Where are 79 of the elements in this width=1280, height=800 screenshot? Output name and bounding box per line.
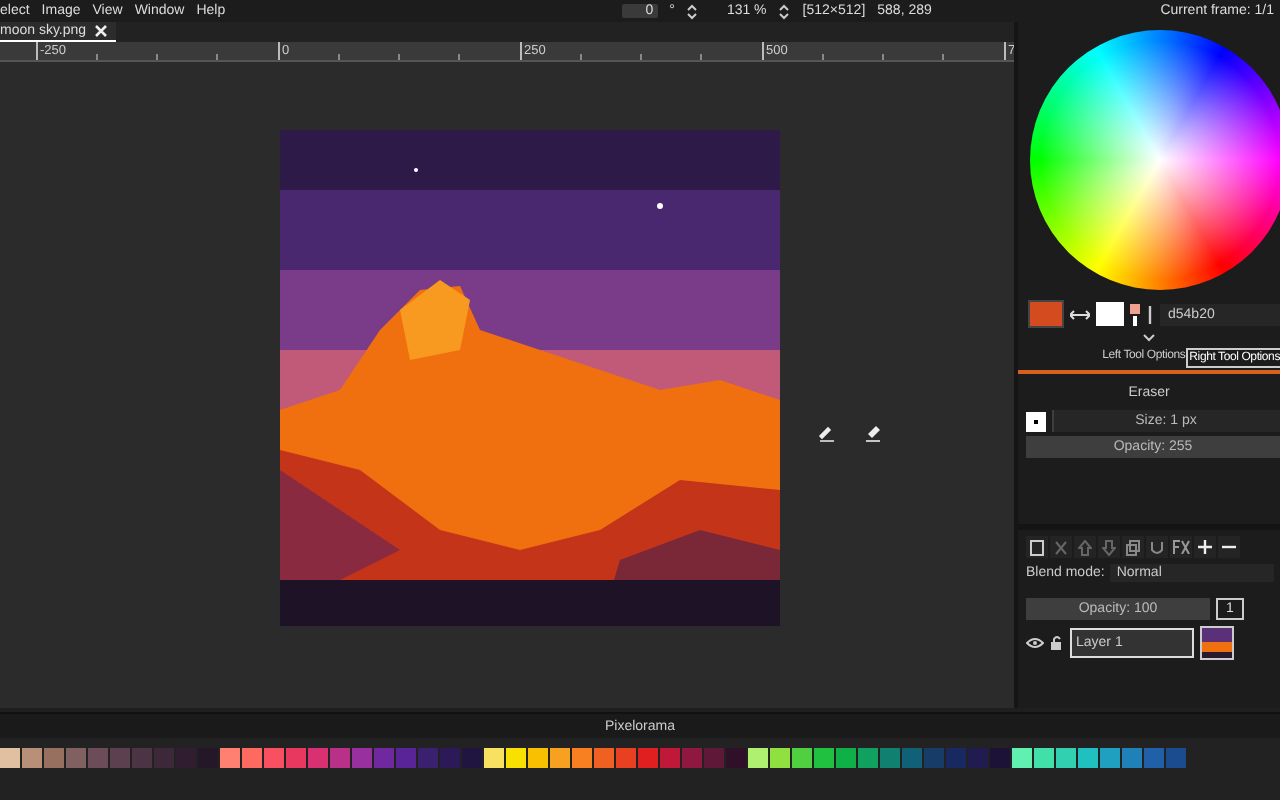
close-icon[interactable]	[94, 24, 109, 38]
palette-swatch[interactable]	[682, 748, 702, 768]
palette-swatch[interactable]	[154, 748, 174, 768]
palette-swatch[interactable]	[198, 748, 218, 768]
palette-swatch[interactable]	[1144, 748, 1164, 768]
palette-swatch[interactable]	[396, 748, 416, 768]
minus-icon	[1222, 540, 1236, 554]
palette-swatch[interactable]	[528, 748, 548, 768]
canvas-area[interactable]	[0, 62, 1014, 708]
palette-swatch[interactable]	[748, 748, 768, 768]
palette-swatch[interactable]	[572, 748, 592, 768]
left-color-swatch[interactable]	[1028, 300, 1064, 328]
move-up-button[interactable]	[1074, 536, 1096, 558]
palette-swatch[interactable]	[264, 748, 284, 768]
palette-swatch[interactable]	[660, 748, 680, 768]
pencil-icon	[818, 424, 838, 442]
palette-swatch[interactable]	[352, 748, 372, 768]
palette-swatch[interactable]	[814, 748, 834, 768]
clone-layer-button[interactable]	[1122, 536, 1144, 558]
palette-swatch[interactable]	[176, 748, 196, 768]
swap-icon[interactable]	[1070, 309, 1090, 319]
palette-swatch[interactable]	[990, 748, 1010, 768]
palette-swatch[interactable]	[220, 748, 240, 768]
spinner-icon[interactable]	[778, 3, 791, 19]
palette-swatch[interactable]	[1056, 748, 1076, 768]
palette-swatch[interactable]	[1078, 748, 1098, 768]
palette-swatch[interactable]	[1034, 748, 1054, 768]
palette-swatch[interactable]	[594, 748, 614, 768]
palette-swatch[interactable]	[286, 748, 306, 768]
move-down-button[interactable]	[1098, 536, 1120, 558]
palette-swatch[interactable]	[902, 748, 922, 768]
palette-swatch[interactable]	[330, 748, 350, 768]
add-layer-button[interactable]	[1026, 536, 1048, 558]
palette-swatch[interactable]	[66, 748, 86, 768]
reset-colors-icon[interactable]	[1130, 303, 1140, 325]
palette-swatch[interactable]	[418, 748, 438, 768]
eyedropper-icon[interactable]	[1146, 305, 1154, 323]
palette-swatch[interactable]	[440, 748, 460, 768]
palette-swatch[interactable]	[726, 748, 746, 768]
palette-swatch[interactable]	[858, 748, 878, 768]
palette-swatch[interactable]	[110, 748, 130, 768]
palette-swatch[interactable]	[792, 748, 812, 768]
chevron-icon[interactable]	[1142, 334, 1156, 342]
palette-swatch[interactable]	[242, 748, 262, 768]
right-color-swatch[interactable]	[1096, 302, 1124, 326]
add-frame-button[interactable]	[1194, 536, 1216, 558]
palette-swatch[interactable]	[924, 748, 944, 768]
remove-frame-button[interactable]	[1218, 536, 1240, 558]
palette-swatch[interactable]	[1100, 748, 1120, 768]
palette-swatch[interactable]	[484, 748, 504, 768]
palette-swatch[interactable]	[1012, 748, 1032, 768]
palette-swatch[interactable]	[0, 748, 20, 768]
palette-swatch[interactable]	[506, 748, 526, 768]
effects-button[interactable]	[1170, 536, 1192, 558]
palette-swatch[interactable]	[462, 748, 482, 768]
palette-swatch[interactable]	[770, 748, 790, 768]
brush-button[interactable]	[1026, 411, 1046, 431]
palette-swatch[interactable]	[550, 748, 570, 768]
merge-layer-button[interactable]	[1146, 536, 1168, 558]
palette-swatch[interactable]	[1166, 748, 1186, 768]
eraser-icon	[864, 424, 884, 442]
palette-swatch[interactable]	[44, 748, 64, 768]
palette-swatch[interactable]	[132, 748, 152, 768]
palette-swatch[interactable]	[968, 748, 988, 768]
palette-swatch[interactable]	[308, 748, 328, 768]
spinner-icon[interactable]	[686, 3, 699, 19]
layer-thumbnail[interactable]	[1200, 626, 1234, 660]
palette-swatch[interactable]	[704, 748, 724, 768]
palette-swatch[interactable]	[638, 748, 658, 768]
lock-icon[interactable]	[1050, 636, 1064, 650]
palette-swatch[interactable]	[22, 748, 42, 768]
palette-swatch[interactable]	[1122, 748, 1142, 768]
palette-swatch[interactable]	[88, 748, 108, 768]
palette-swatch[interactable]	[836, 748, 856, 768]
palette-swatch[interactable]	[880, 748, 900, 768]
palette-swatch[interactable]	[946, 748, 966, 768]
palette-swatch[interactable]	[616, 748, 636, 768]
eye-icon[interactable]	[1026, 638, 1044, 648]
palette-swatch[interactable]	[374, 748, 394, 768]
